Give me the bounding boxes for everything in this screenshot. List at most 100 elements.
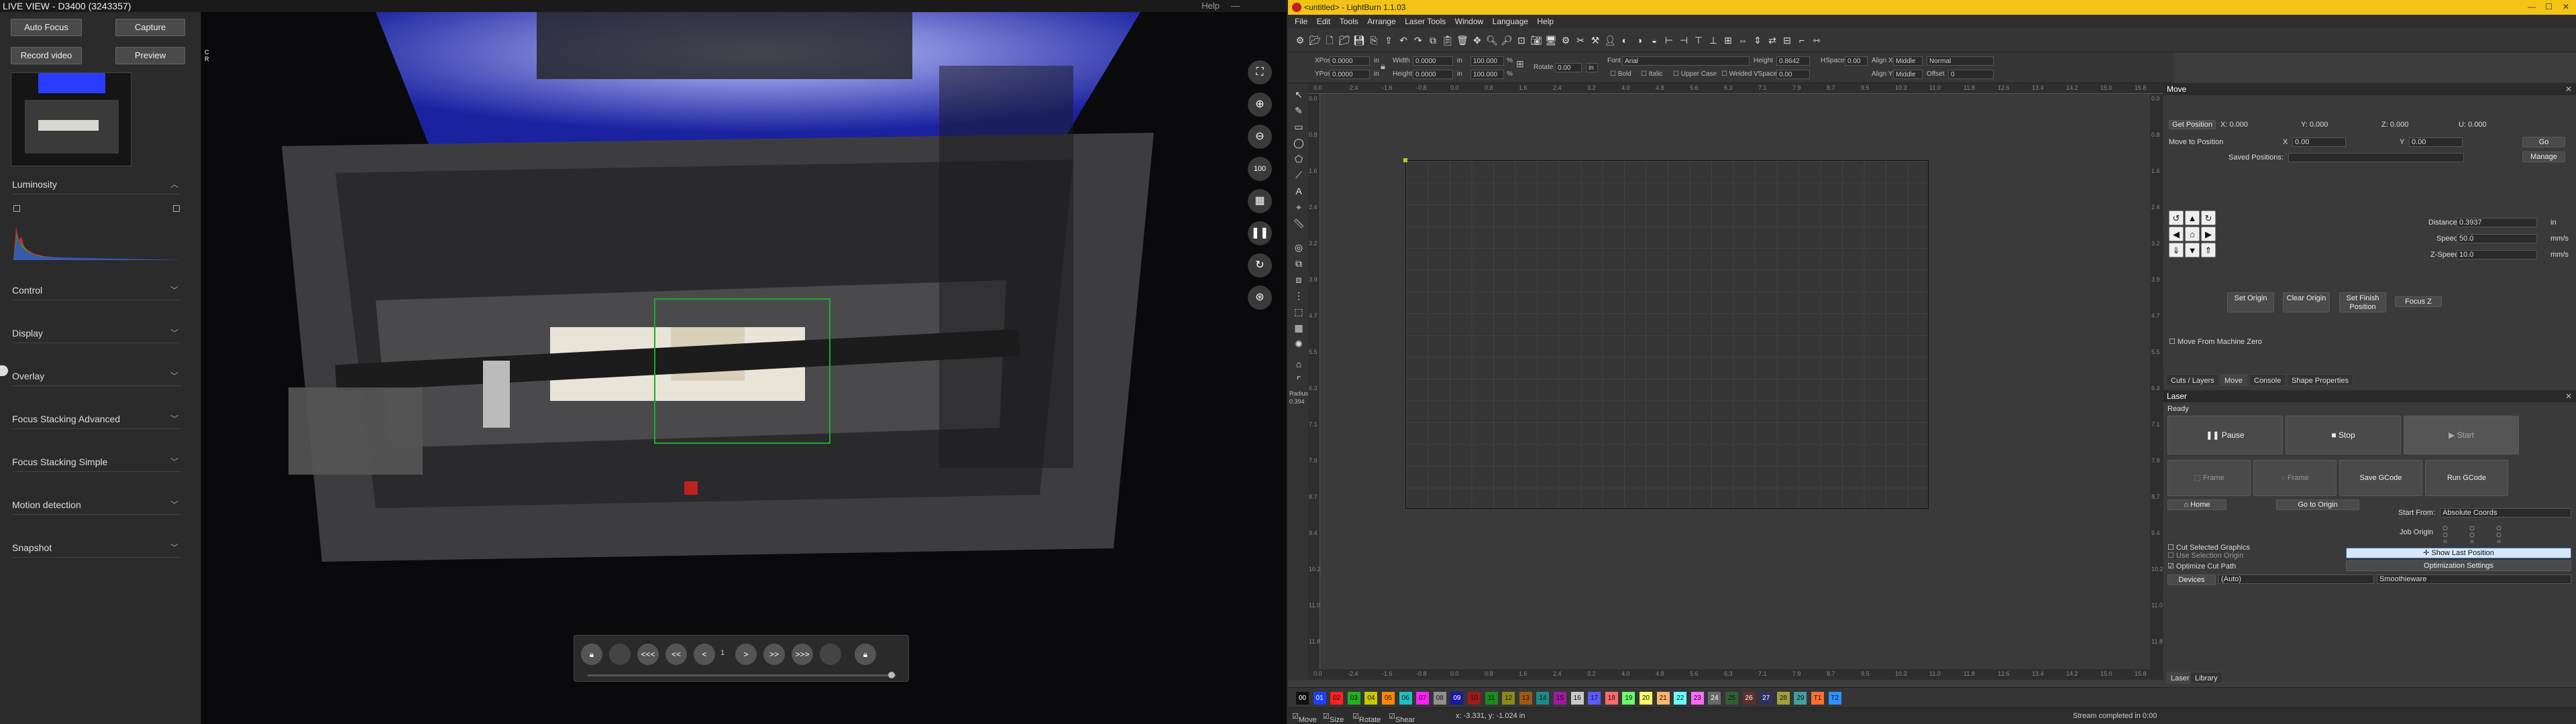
camera-live-feed[interactable]: CR bbox=[201, 12, 1287, 724]
job-origin-grid[interactable] bbox=[2440, 526, 2561, 544]
mirror-icon[interactable]: ⇿ bbox=[1810, 34, 1823, 47]
section-luminosity[interactable]: Luminosity ︿ bbox=[12, 174, 181, 194]
layer-color-swatch[interactable]: 01 bbox=[1313, 692, 1326, 705]
ypos-field[interactable]: 0.0000 bbox=[1330, 70, 1370, 79]
anchor-grid-icon[interactable]: ⊞ bbox=[1516, 59, 1524, 68]
record-dot-button[interactable] bbox=[609, 644, 631, 665]
z-down-icon[interactable]: ⇓ bbox=[2169, 243, 2184, 257]
save-icon[interactable]: 💾︎ bbox=[1352, 34, 1366, 47]
section-snapshot[interactable]: Snapshot ﹀ bbox=[12, 538, 181, 558]
jog-down-icon[interactable]: ▼ bbox=[2185, 243, 2200, 257]
menu-file[interactable]: File bbox=[1295, 17, 1307, 26]
menu-arrange[interactable]: Arrange bbox=[1367, 17, 1396, 26]
home-icon[interactable]: ⌂ bbox=[2185, 227, 2200, 241]
layer-color-swatch[interactable]: 04 bbox=[1364, 692, 1378, 705]
array-icon[interactable]: ⋮ bbox=[1293, 290, 1305, 302]
forward-button[interactable]: > bbox=[735, 644, 757, 665]
boolean-diff-icon[interactable]: ◑ bbox=[1633, 34, 1646, 47]
layer-color-swatch[interactable]: 21 bbox=[1656, 692, 1670, 705]
layer-color-swatch[interactable]: 17 bbox=[1588, 692, 1601, 705]
layer-color-swatch[interactable]: 08 bbox=[1433, 692, 1446, 705]
section-control[interactable]: Control ﹀ bbox=[12, 280, 181, 300]
open-icon[interactable]: 📂︎ bbox=[1308, 34, 1322, 47]
distance-field[interactable]: 0.3937 bbox=[2457, 218, 2537, 227]
device-settings-icon[interactable]: ⚙ bbox=[1559, 34, 1572, 47]
open-file-icon[interactable]: 📁︎ bbox=[1338, 34, 1351, 47]
unit-toggle-button[interactable]: in bbox=[1586, 63, 1598, 72]
boolean-union-icon[interactable]: ◐ bbox=[1618, 34, 1631, 47]
select-icon[interactable]: ↖ bbox=[1293, 88, 1305, 101]
width-field[interactable]: 0.0000 bbox=[1413, 56, 1453, 66]
devices-button[interactable]: Devices bbox=[2167, 575, 2216, 585]
offset-field[interactable]: 0 bbox=[1948, 70, 1994, 79]
slider-handle[interactable] bbox=[888, 672, 895, 678]
new-icon[interactable]: 🗋 bbox=[1323, 34, 1336, 47]
optimization-settings-button[interactable]: Optimization Settings bbox=[2346, 560, 2571, 571]
port-select[interactable]: (Auto) bbox=[2218, 575, 2374, 584]
hspace-field[interactable]: 0.00 bbox=[1845, 56, 1868, 66]
rotate-field[interactable]: 0.00 bbox=[1555, 63, 1582, 72]
back-button[interactable]: < bbox=[694, 644, 715, 665]
rotate-ccw-icon[interactable]: ↺ bbox=[2169, 210, 2184, 225]
group-icon[interactable]: ⧉ bbox=[1293, 257, 1305, 269]
tab-icon[interactable]: ⌂ bbox=[1293, 358, 1305, 370]
workspace-canvas[interactable]: 0.0 -2.4 -1.6 -0.8 0.0 0.8 1.6 2.4 3.2 4.0 4.8 5.6 6… bbox=[1308, 83, 2163, 680]
machine-settings-icon[interactable]: ⚒ bbox=[1589, 34, 1602, 47]
luminosity-left-checkbox[interactable] bbox=[13, 205, 20, 212]
layer-color-swatch[interactable]: 05 bbox=[1382, 692, 1395, 705]
saved-positions-select[interactable] bbox=[2288, 153, 2464, 162]
size-toggle[interactable]: ☑ Size bbox=[1323, 712, 1344, 724]
save-gcode-button[interactable]: Save GCode bbox=[2339, 460, 2422, 496]
focus-z-button[interactable]: Focus Z bbox=[2395, 296, 2442, 307]
user-icon[interactable]: 👤︎ bbox=[1603, 34, 1617, 47]
layer-color-swatch[interactable]: 00 bbox=[1296, 692, 1309, 705]
layer-color-swatch[interactable]: 26 bbox=[1742, 692, 1756, 705]
tab-library[interactable]: Library bbox=[2190, 672, 2222, 684]
run-gcode-button[interactable]: Run GCode bbox=[2425, 460, 2508, 496]
preview-button[interactable]: Preview bbox=[115, 47, 185, 64]
move-from-zero-checkbox[interactable]: ☐ Move From Machine Zero bbox=[2169, 337, 2262, 346]
position-laser-icon[interactable]: ⌖ bbox=[1293, 201, 1305, 213]
vspace-field[interactable]: 0.00 bbox=[1776, 70, 1810, 79]
tab-console[interactable]: Console bbox=[2249, 374, 2286, 386]
redo-icon[interactable]: ↷ bbox=[1411, 34, 1425, 47]
get-position-button[interactable]: Get Position bbox=[2169, 120, 2216, 129]
section-overlay[interactable]: Overlay ﹀ bbox=[12, 366, 181, 386]
x-input[interactable]: 0.00 bbox=[2292, 137, 2346, 147]
rectangle-icon[interactable]: ▭ bbox=[1293, 121, 1305, 133]
font-select[interactable]: Arial bbox=[1622, 56, 1750, 66]
close-icon[interactable]: ✕ bbox=[2565, 390, 2572, 402]
height-field[interactable]: 0.0000 bbox=[1413, 70, 1453, 79]
layer-color-swatch[interactable]: 02 bbox=[1330, 692, 1344, 705]
layer-color-swatch[interactable]: 15 bbox=[1554, 692, 1566, 705]
distribute-h-icon[interactable]: ⇔ bbox=[1736, 34, 1750, 47]
forward-fast-button[interactable]: >> bbox=[763, 644, 785, 665]
copy-icon[interactable]: ⧉ bbox=[1426, 34, 1440, 47]
z-speed-field[interactable]: 10.0 bbox=[2457, 250, 2537, 259]
layer-color-swatch[interactable]: 12 bbox=[1502, 692, 1515, 705]
line-icon[interactable]: ⟋ bbox=[1293, 169, 1305, 181]
jog-right-icon[interactable]: ▶ bbox=[2201, 227, 2216, 241]
jog-left-icon[interactable]: ◀ bbox=[2169, 227, 2184, 241]
go-button[interactable]: Go bbox=[2522, 137, 2565, 147]
last-button[interactable]: >>> bbox=[792, 644, 813, 665]
set-origin-button[interactable]: Set Origin bbox=[2227, 292, 2274, 312]
section-focus-stacking-advanced[interactable]: Focus Stacking Advanced ﹀ bbox=[12, 409, 181, 429]
layer-color-swatch[interactable]: 19 bbox=[1622, 692, 1635, 705]
zoom-100-icon[interactable]: 100 bbox=[1248, 157, 1272, 181]
align-center-icon[interactable]: ⊞ bbox=[1721, 34, 1735, 47]
camera-icon[interactable]: 📷︎ bbox=[1529, 34, 1543, 47]
show-last-position-button[interactable]: ✛ Show Last Position bbox=[2346, 548, 2571, 558]
upper-case-checkbox[interactable]: ☐ Upper Case bbox=[1673, 70, 1717, 79]
align-y-select[interactable]: Middle bbox=[1893, 70, 1923, 79]
pause-icon[interactable]: ❚❚ bbox=[1248, 221, 1272, 245]
edit-nodes-icon[interactable]: ✎ bbox=[1293, 105, 1305, 117]
auto-focus-button[interactable]: Auto Focus bbox=[11, 19, 82, 36]
menu-tools[interactable]: Tools bbox=[1340, 17, 1358, 26]
pause-button[interactable]: ❚❚ Pause bbox=[2167, 416, 2283, 455]
camera-thumbnail[interactable] bbox=[11, 72, 131, 166]
layer-color-swatch[interactable]: 13 bbox=[1519, 692, 1532, 705]
first-button[interactable]: <<< bbox=[637, 644, 659, 665]
zoom-out-icon[interactable]: ⊖ bbox=[1248, 125, 1272, 149]
minimize-icon[interactable]: — bbox=[2528, 2, 2536, 11]
